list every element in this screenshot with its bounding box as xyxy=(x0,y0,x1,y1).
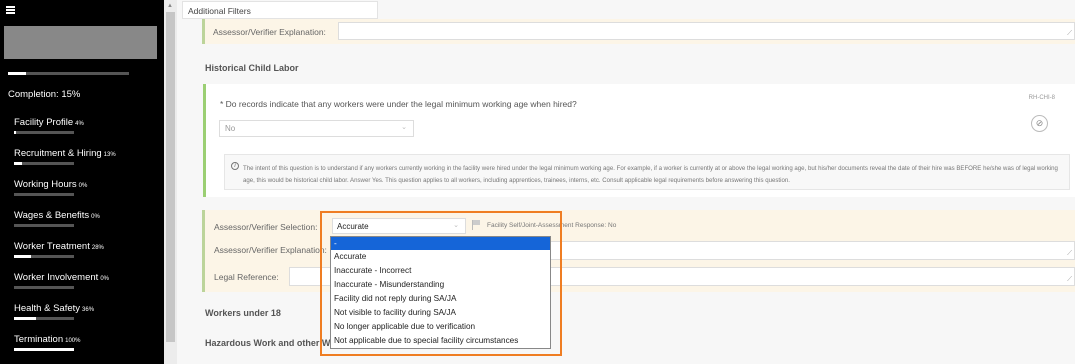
sidebar-item-progress xyxy=(14,255,74,258)
selection-value: Accurate xyxy=(337,222,369,231)
dropdown-option[interactable]: Inaccurate - Incorrect xyxy=(331,264,550,278)
sidebar-item-label: Working Hours xyxy=(14,179,77,190)
sidebar-item-facility-profile[interactable]: Facility Profile 4% xyxy=(0,110,164,140)
sidebar-item-label: Facility Profile xyxy=(14,117,74,128)
scroll-up-arrow-icon[interactable]: ▲ xyxy=(167,3,173,9)
explanation-label: Assessor/Verifier Explanation: xyxy=(214,245,327,255)
section-title-workers-under-18[interactable]: Workers under 18 xyxy=(205,308,281,318)
sidebar-item-label: Wages & Benefits xyxy=(14,210,90,221)
info-icon: i xyxy=(231,162,239,170)
chevron-down-icon: ⌄ xyxy=(401,124,407,131)
main-content: Additional Filters Assessor/Verifier Exp… xyxy=(177,0,1075,364)
sidebar-item-progress xyxy=(14,131,74,134)
completion-text: Completion: 15% xyxy=(8,89,81,100)
dropdown-option[interactable]: No longer applicable due to verification xyxy=(331,320,550,334)
sidebar-item-wages-benefits[interactable]: Wages & Benefits 0% xyxy=(0,203,164,233)
dropdown-option[interactable]: Facility did not reply during SA/JA xyxy=(331,292,550,306)
info-note: i The intent of this question is to unde… xyxy=(224,154,1070,190)
answer-value: No xyxy=(225,124,236,133)
flag-icon[interactable] xyxy=(471,220,481,230)
sidebar-item-progress xyxy=(14,162,74,165)
answer-select[interactable]: No ⌄ xyxy=(219,120,414,137)
sidebar-item-percent: 13% xyxy=(103,152,116,158)
sidebar-item-percent: 100% xyxy=(65,338,81,344)
selection-label: Assessor/Verifier Selection: xyxy=(214,222,318,232)
sidebar-item-percent: 0% xyxy=(100,276,109,282)
sidebar-item-progress xyxy=(14,348,74,351)
fsa-value: No xyxy=(608,222,617,229)
section-title-hazardous-work[interactable]: Hazardous Work and other W xyxy=(205,338,330,348)
dropdown-option[interactable]: - xyxy=(331,237,550,250)
sidebar-item-progress xyxy=(14,317,74,320)
assessor-selection-select[interactable]: Accurate ⌄ xyxy=(332,218,466,234)
additional-filters-button[interactable]: Additional Filters xyxy=(182,1,378,19)
hamburger-menu-icon[interactable] xyxy=(6,6,15,14)
dropdown-option[interactable]: Not visible to facility during SA/JA xyxy=(331,306,550,320)
sidebar-item-worker-treatment[interactable]: Worker Treatment 28% xyxy=(0,234,164,264)
question-code: RH-CHI-8 xyxy=(1028,95,1055,101)
sidebar-item-health-safety[interactable]: Health & Safety 36% xyxy=(0,296,164,326)
fsa-label: Facility Self/Joint-Assessment Response: xyxy=(487,222,607,229)
sidebar-item-worker-involvement[interactable]: Worker Involvement 0% xyxy=(0,265,164,295)
sidebar-item-progress xyxy=(14,286,74,289)
sidebar-item-progress xyxy=(14,193,74,196)
question-card: * Do records indicate that any workers w… xyxy=(203,84,1075,197)
sidebar-item-percent: 0% xyxy=(78,183,88,189)
prior-explanation-textarea[interactable]: ⟋ xyxy=(338,22,1075,40)
explanation-label: Assessor/Verifier Explanation: xyxy=(213,27,326,37)
overall-progress-bar xyxy=(8,72,129,75)
dropdown-option[interactable]: Inaccurate - Misunderstanding xyxy=(331,278,550,292)
question-text: * Do records indicate that any workers w… xyxy=(220,99,577,109)
prior-explanation-row: Assessor/Verifier Explanation: ⟋ xyxy=(202,19,1075,44)
sidebar-item-percent: 28% xyxy=(91,245,104,251)
paperclip-attach-icon[interactable]: ⊘ xyxy=(1031,115,1048,132)
sidebar-item-label: Recruitment & Hiring xyxy=(14,148,102,159)
dropdown-option[interactable]: Accurate xyxy=(331,250,550,264)
resize-handle-icon[interactable]: ⟋ xyxy=(1067,30,1072,38)
sidebar-item-label: Health & Safety xyxy=(14,303,81,314)
facility-logo xyxy=(4,26,157,59)
resize-handle-icon[interactable]: ⟋ xyxy=(1067,276,1072,284)
sidebar-item-percent: 4% xyxy=(75,121,84,127)
sidebar-item-label: Worker Involvement xyxy=(14,272,99,283)
resize-handle-icon[interactable]: ⟋ xyxy=(1067,250,1072,258)
sidebar-item-label: Worker Treatment xyxy=(14,241,90,252)
assessor-selection-dropdown: - Accurate Inaccurate - Incorrect Inaccu… xyxy=(330,236,551,349)
scrollbar-thumb[interactable] xyxy=(166,12,175,342)
sidebar-item-termination[interactable]: Termination 100% xyxy=(0,327,164,357)
sidebar-item-working-hours[interactable]: Working Hours 0% xyxy=(0,172,164,202)
sidebar-item-percent: 36% xyxy=(82,307,95,313)
vertical-scrollbar[interactable]: ▲ xyxy=(164,0,177,364)
legal-reference-label: Legal Reference: xyxy=(214,272,279,282)
sidebar-item-progress xyxy=(14,224,74,227)
sidebar: Completion: 15% Facility Profile 4% Recru… xyxy=(0,0,164,364)
sidebar-item-label: Termination xyxy=(14,334,64,345)
fsa-response: Facility Self/Joint-Assessment Response:… xyxy=(487,222,616,229)
sidebar-item-percent: 0% xyxy=(91,214,100,220)
dropdown-option[interactable]: Not applicable due to special facility c… xyxy=(331,334,550,348)
chevron-down-icon: ⌄ xyxy=(453,222,459,229)
sidebar-item-recruitment-hiring[interactable]: Recruitment & Hiring 13% xyxy=(0,141,164,171)
info-text: The intent of this question is to unders… xyxy=(243,165,1058,184)
section-title-historical-child-labor[interactable]: Historical Child Labor xyxy=(205,63,299,73)
